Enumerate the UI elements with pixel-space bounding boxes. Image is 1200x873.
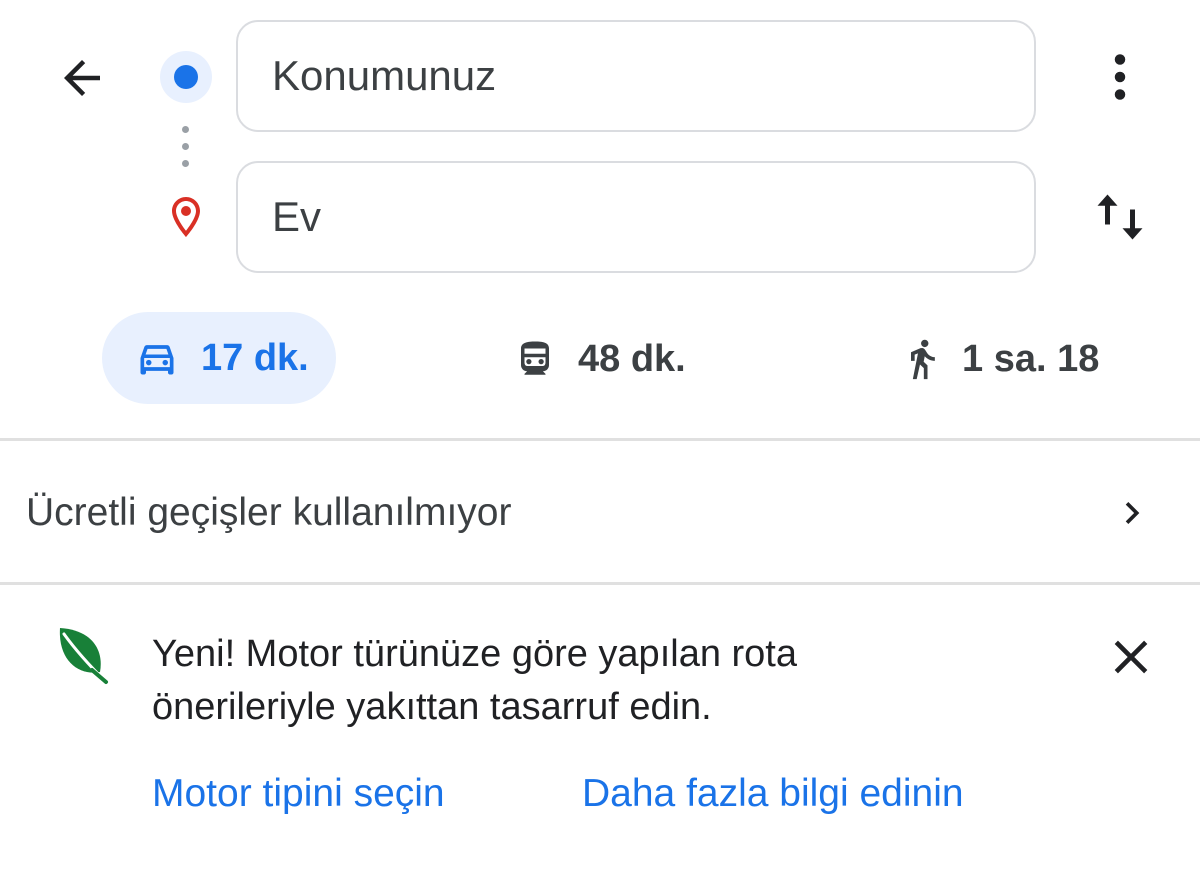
- back-button[interactable]: [44, 40, 120, 116]
- more-options-button[interactable]: [1090, 42, 1150, 112]
- promo-text: Yeni! Motor türünüze göre yapılan rota ö…: [152, 628, 797, 734]
- origin-dot-icon: [160, 51, 212, 103]
- car-icon: [140, 345, 174, 375]
- back-arrow-icon: [64, 60, 100, 96]
- dismiss-promo-button[interactable]: [1100, 626, 1162, 688]
- origin-input[interactable]: Konumunuz: [236, 20, 1036, 132]
- mode-walk-label: 1 sa. 18: [962, 337, 1100, 380]
- destination-input[interactable]: Ev: [236, 161, 1036, 273]
- train-icon: [521, 341, 549, 375]
- promo-line-1: Yeni! Motor türünüze göre yapılan rota: [152, 633, 797, 675]
- divider: [0, 582, 1200, 585]
- promo-leaf-icon: [52, 624, 112, 686]
- learn-more-link[interactable]: Daha fazla bilgi edinin: [582, 772, 964, 816]
- more-vert-icon: [1114, 54, 1126, 100]
- swap-button[interactable]: [1088, 182, 1152, 252]
- promo-line-2: önerileriyle yakıttan tasarruf edin.: [152, 686, 712, 728]
- close-icon: [1114, 640, 1148, 674]
- choose-engine-type-link[interactable]: Motor tipini seçin: [152, 772, 445, 816]
- swap-vert-icon: [1097, 194, 1143, 240]
- mode-transit-label: 48 dk.: [578, 337, 686, 380]
- toll-option-label: Ücretli geçişler kullanılmıyor: [26, 491, 512, 534]
- toll-option-row[interactable]: Ücretli geçişler kullanılmıyor: [0, 441, 1200, 582]
- mode-transit-chip[interactable]: 48 dk.: [514, 334, 686, 384]
- chevron-right-icon: [1125, 502, 1140, 524]
- route-connector-dots: [182, 126, 190, 170]
- mode-walk-chip[interactable]: 1 sa. 18: [900, 334, 1099, 384]
- mode-car-label: 17 dk.: [201, 336, 309, 379]
- mode-car-chip[interactable]: 17 dk.: [102, 312, 336, 404]
- destination-pin-icon: [162, 193, 210, 241]
- walk-icon: [911, 339, 935, 380]
